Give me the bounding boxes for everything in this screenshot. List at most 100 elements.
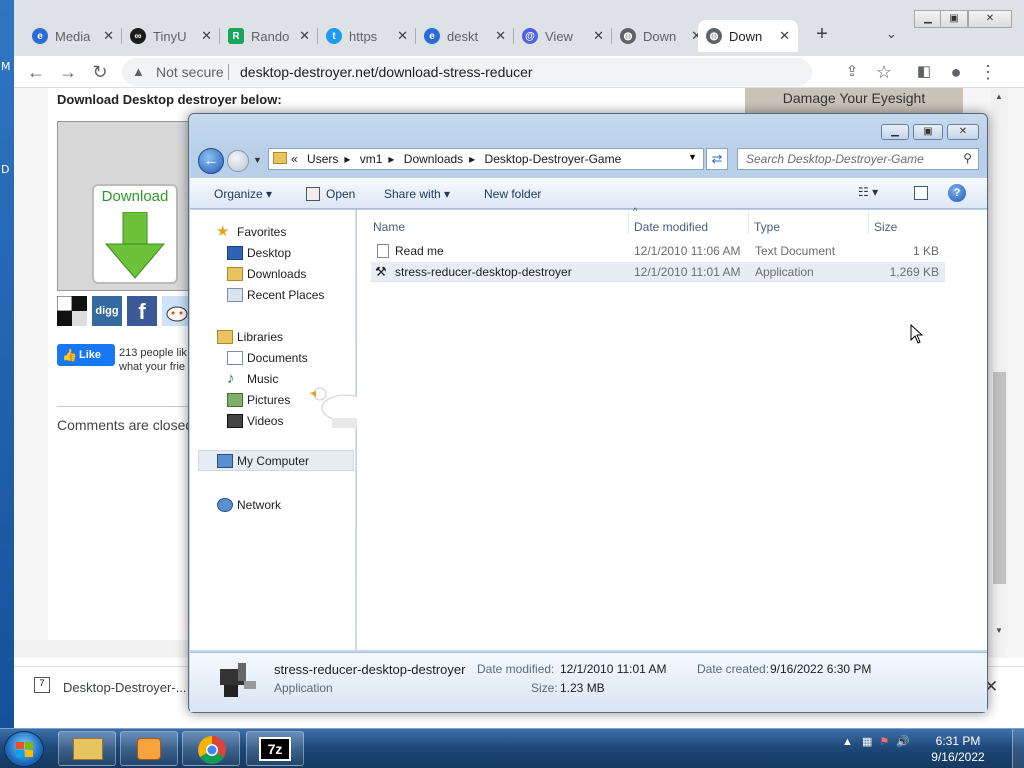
new-tab-button[interactable]: + bbox=[810, 22, 834, 46]
back-icon[interactable]: ← bbox=[24, 60, 48, 84]
profile-avatar-icon[interactable]: ● bbox=[944, 60, 968, 84]
nav-recent-places[interactable]: Recent Places bbox=[190, 285, 356, 305]
column-header-name[interactable]: Name bbox=[373, 220, 405, 234]
file-row[interactable]: Read me 12/1/2010 11:06 AM Text Document… bbox=[371, 241, 945, 261]
tab-close-icon[interactable]: ✕ bbox=[593, 28, 604, 44]
scrollbar-thumb[interactable] bbox=[993, 372, 1006, 584]
breadcrumb-item[interactable]: Desktop-Destroyer-Game bbox=[485, 152, 622, 166]
column-header-size[interactable]: Size bbox=[874, 220, 897, 234]
forward-arrow-icon[interactable] bbox=[227, 150, 249, 172]
column-header-type[interactable]: Type bbox=[754, 220, 780, 234]
browser-tab[interactable]: R Rando ✕ bbox=[220, 20, 318, 52]
breadcrumb-separator-icon[interactable]: ▸ bbox=[469, 152, 475, 166]
column-separator[interactable] bbox=[868, 212, 869, 234]
organize-label: Organize bbox=[214, 187, 263, 201]
nav-network[interactable]: Network bbox=[190, 495, 356, 515]
show-hidden-icons-icon[interactable]: ▲ bbox=[842, 736, 853, 748]
start-button[interactable] bbox=[4, 731, 44, 767]
preview-pane-icon[interactable] bbox=[914, 186, 928, 200]
reddit-icon[interactable] bbox=[162, 296, 188, 326]
share-icon[interactable]: ⇪ bbox=[840, 60, 864, 84]
column-separator[interactable] bbox=[748, 212, 749, 234]
nav-downloads[interactable]: Downloads bbox=[190, 264, 356, 284]
share-with-button[interactable]: Share with ▾ bbox=[384, 187, 450, 201]
url-text[interactable]: desktop-destroyer.net/download-stress-re… bbox=[240, 64, 533, 80]
network-tray-icon[interactable]: ▦ bbox=[862, 736, 872, 748]
download-button[interactable]: Download bbox=[92, 184, 178, 284]
close-button[interactable]: ✕ bbox=[968, 10, 1012, 28]
warning-icon[interactable]: ▲ bbox=[132, 64, 148, 80]
nav-my-computer[interactable]: My Computer bbox=[198, 450, 354, 471]
back-arrow-icon[interactable]: ← bbox=[198, 148, 224, 174]
facebook-like-button[interactable]: 👍 Like bbox=[57, 344, 115, 366]
breadcrumb-item[interactable]: Downloads bbox=[404, 152, 463, 166]
breadcrumb-separator-icon[interactable]: ▸ bbox=[344, 152, 350, 166]
browser-tab[interactable]: t https ✕ bbox=[318, 20, 416, 52]
open-button[interactable]: Open bbox=[326, 187, 355, 201]
ad-banner[interactable]: Damage Your Eyesight bbox=[745, 88, 963, 114]
tab-close-icon[interactable]: ✕ bbox=[103, 28, 114, 44]
browser-tab-active[interactable]: ◍ Down ✕ bbox=[698, 20, 798, 52]
breadcrumb-item[interactable]: Users bbox=[307, 152, 338, 166]
nav-favorites[interactable]: ★ Favorites bbox=[190, 222, 356, 242]
tab-close-icon[interactable]: ✕ bbox=[201, 28, 212, 44]
taskbar-explorer[interactable] bbox=[58, 731, 116, 766]
digg-icon[interactable]: digg bbox=[92, 296, 122, 326]
nav-documents[interactable]: Documents bbox=[190, 348, 356, 368]
tab-close-icon[interactable]: ✕ bbox=[779, 28, 790, 44]
browser-tab[interactable]: ∞ TinyU ✕ bbox=[122, 20, 220, 52]
scroll-up-icon[interactable]: ▲ bbox=[995, 92, 1003, 101]
bookmark-star-icon[interactable]: ☆ bbox=[872, 60, 896, 84]
search-icon[interactable]: ⚲ bbox=[963, 151, 972, 165]
browser-tab[interactable]: ◍ Down ✕ bbox=[612, 20, 710, 52]
download-filename[interactable]: Desktop-Destroyer-... bbox=[63, 680, 187, 695]
system-clock[interactable]: 6:31 PM 9/16/2022 bbox=[928, 733, 988, 765]
address-breadcrumb[interactable]: « Users ▸ vm1 ▸ Downloads ▸ Desktop-Destroy… bbox=[268, 148, 704, 170]
column-header-date[interactable]: Date modified bbox=[634, 220, 708, 234]
address-bar[interactable]: ▲ Not secure desktop-destroyer.net/downl… bbox=[122, 58, 812, 86]
browser-tab[interactable]: e deskt ✕ bbox=[416, 20, 514, 52]
taskbar-media-player[interactable] bbox=[120, 731, 178, 766]
minimize-button[interactable]: ▁ bbox=[881, 124, 909, 140]
search-box[interactable]: Search Desktop-Destroyer-Game ⚲ bbox=[737, 148, 979, 170]
close-button[interactable]: ✕ bbox=[947, 124, 979, 140]
refresh-icon[interactable]: ⇄ bbox=[706, 148, 728, 170]
volume-icon[interactable]: 🔊 bbox=[896, 736, 910, 748]
reload-icon[interactable]: ↻ bbox=[88, 60, 112, 84]
tab-search-chevron-icon[interactable]: ⌄ bbox=[886, 26, 897, 42]
breadcrumb-separator-icon[interactable]: ▸ bbox=[388, 152, 394, 166]
nav-desktop[interactable]: Desktop bbox=[190, 243, 356, 263]
side-panel-icon[interactable]: ◧ bbox=[912, 60, 936, 84]
nav-libraries[interactable]: Libraries bbox=[190, 327, 356, 347]
tab-close-icon[interactable]: ✕ bbox=[299, 28, 310, 44]
history-dropdown-icon[interactable]: ▼ bbox=[253, 155, 262, 165]
maximize-button[interactable]: ▣ bbox=[913, 124, 943, 140]
file-download-icon[interactable]: 7 bbox=[34, 677, 50, 693]
not-secure-label[interactable]: Not secure bbox=[156, 64, 224, 80]
facebook-icon[interactable]: f bbox=[127, 296, 157, 326]
browser-tab[interactable]: e Media ✕ bbox=[24, 20, 122, 52]
action-center-icon[interactable]: ⚑ bbox=[879, 736, 889, 748]
column-separator[interactable] bbox=[628, 212, 629, 234]
view-options-icon[interactable]: ☷ ▾ bbox=[858, 185, 898, 203]
tab-close-icon[interactable]: ✕ bbox=[495, 28, 506, 44]
help-icon[interactable]: ? bbox=[948, 184, 966, 202]
delicious-icon[interactable] bbox=[56, 295, 87, 326]
file-row-selected[interactable]: ⚒ stress-reducer-desktop-destroyer 12/1/… bbox=[371, 262, 945, 282]
show-desktop-button[interactable] bbox=[1012, 729, 1024, 768]
open-app-icon[interactable] bbox=[306, 187, 320, 201]
tab-close-icon[interactable]: ✕ bbox=[397, 28, 408, 44]
new-folder-button[interactable]: New folder bbox=[484, 187, 541, 201]
minimize-button[interactable]: ▁ bbox=[914, 10, 942, 28]
breadcrumb-overflow[interactable]: « bbox=[291, 152, 298, 166]
maximize-button[interactable]: ▣ bbox=[940, 10, 968, 28]
taskbar-chrome[interactable] bbox=[182, 731, 240, 766]
taskbar-7zip[interactable]: 7z bbox=[246, 731, 304, 766]
organize-button[interactable]: Organize ▾ bbox=[214, 187, 272, 201]
scroll-down-icon[interactable]: ▼ bbox=[995, 626, 1003, 635]
browser-tab[interactable]: @ View ✕ bbox=[514, 20, 612, 52]
breadcrumb-item[interactable]: vm1 bbox=[360, 152, 383, 166]
address-dropdown-icon[interactable]: ▼ bbox=[688, 152, 697, 162]
menu-kebab-icon[interactable]: ⋮ bbox=[976, 60, 1000, 84]
forward-icon[interactable]: → bbox=[56, 60, 80, 84]
